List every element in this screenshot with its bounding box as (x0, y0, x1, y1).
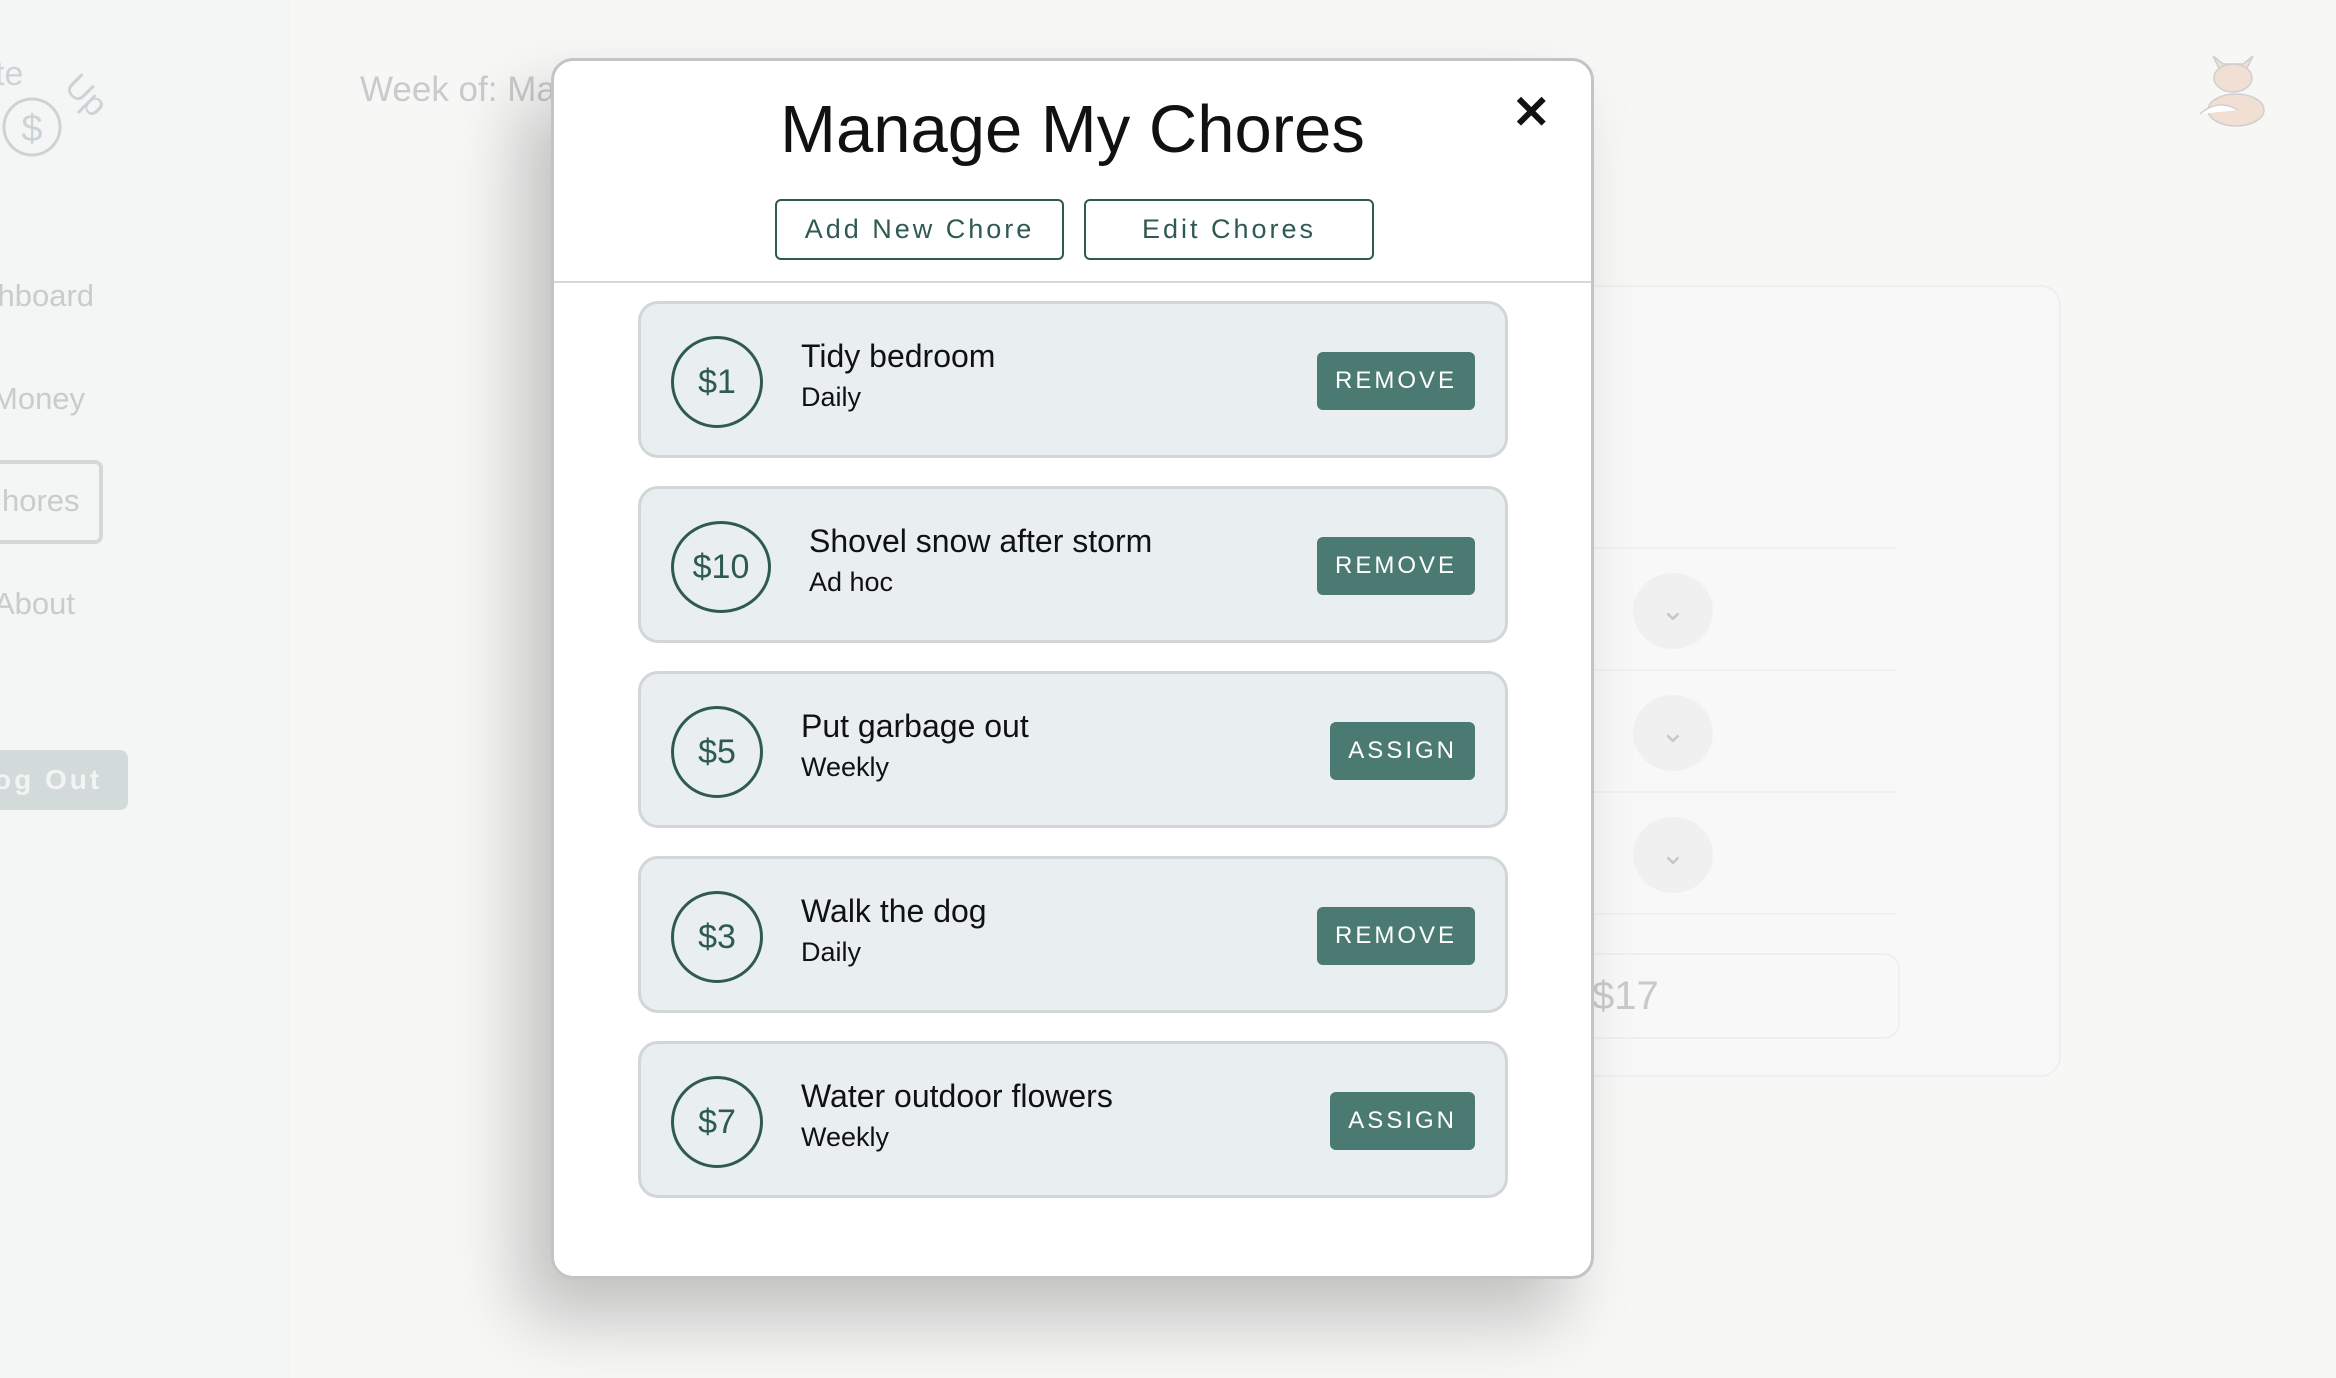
chevron-down-icon[interactable]: ⌄ (1633, 573, 1713, 649)
add-new-chore-button[interactable]: Add New Chore (775, 199, 1064, 260)
chore-card: $5 Put garbage out Weekly ASSIGN (638, 671, 1508, 828)
sidebar-item-chores[interactable]: hores (2, 483, 80, 519)
divider (1594, 547, 1897, 549)
chore-amount: $1 (671, 336, 763, 428)
fox-avatar-icon[interactable] (2198, 48, 2268, 134)
chore-frequency: Daily (801, 382, 862, 412)
total-amount: $17 (1560, 953, 1900, 1039)
chore-card: $3 Walk the dog Daily REMOVE (638, 856, 1508, 1013)
week-label: Week of: Ma (360, 70, 556, 109)
logo: te Up $ (0, 55, 115, 165)
svg-text:$: $ (21, 108, 42, 150)
chore-card: $10 Shovel snow after storm Ad hoc REMOV… (638, 486, 1508, 643)
assign-button[interactable]: ASSIGN (1330, 722, 1475, 780)
chore-name: Shovel snow after storm (809, 523, 1153, 559)
chore-amount: $10 (671, 521, 771, 613)
chore-amount: $3 (671, 891, 763, 983)
divider (1594, 791, 1897, 793)
chevron-down-icon[interactable]: ⌄ (1633, 817, 1713, 893)
manage-chores-modal: Manage My Chores ✕ Add New Chore Edit Ch… (551, 58, 1594, 1279)
divider (1594, 913, 1897, 915)
chore-frequency: Weekly (801, 752, 890, 782)
chore-name: Put garbage out (801, 708, 1029, 744)
sidebar-item-about[interactable]: About (0, 586, 75, 622)
modal-divider (554, 281, 1591, 283)
chore-frequency: Ad hoc (809, 567, 894, 597)
divider (1594, 669, 1897, 671)
svg-text:Up: Up (57, 67, 110, 125)
chore-amount: $5 (671, 706, 763, 798)
sidebar-item-dashboard[interactable]: shboard (0, 278, 94, 314)
chore-card: $1 Tidy bedroom Daily REMOVE (638, 301, 1508, 458)
svg-text:te: te (0, 55, 23, 93)
chore-name: Walk the dog (801, 893, 987, 929)
remove-button[interactable]: REMOVE (1316, 537, 1475, 595)
sidebar: te Up $ shboard Money hores About og Out (0, 0, 290, 1378)
modal-title: Manage My Chores (780, 92, 1365, 167)
close-icon[interactable]: ✕ (1512, 85, 1551, 139)
remove-button[interactable]: REMOVE (1316, 907, 1475, 965)
assign-button[interactable]: ASSIGN (1330, 1092, 1475, 1150)
chore-frequency: Weekly (801, 1122, 890, 1152)
chore-name: Tidy bedroom (801, 338, 996, 374)
logout-button[interactable]: og Out (0, 750, 128, 810)
remove-button[interactable]: REMOVE (1316, 352, 1475, 410)
sidebar-item-money[interactable]: Money (0, 381, 85, 417)
chore-card: $7 Water outdoor flowers Weekly ASSIGN (638, 1041, 1508, 1198)
chevron-down-icon[interactable]: ⌄ (1633, 695, 1713, 771)
edit-chores-button[interactable]: Edit Chores (1084, 199, 1374, 260)
chore-amount: $7 (671, 1076, 763, 1168)
dollar-logo-icon: te Up $ (0, 55, 115, 157)
chore-frequency: Daily (801, 937, 862, 967)
chore-name: Water outdoor flowers (801, 1078, 1113, 1114)
